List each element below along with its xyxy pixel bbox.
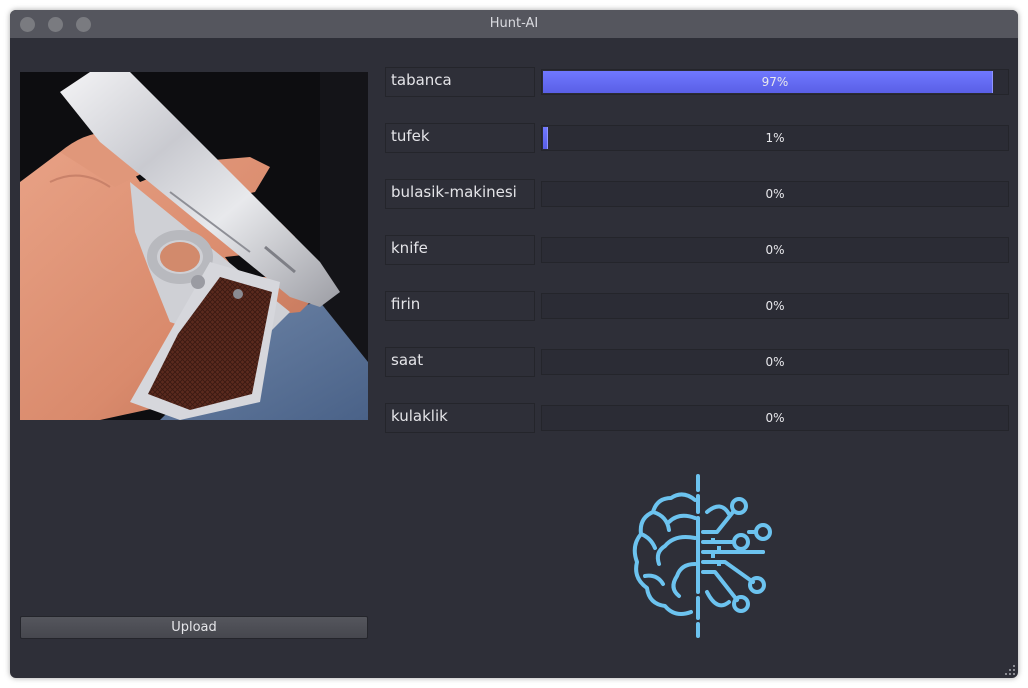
progress-text: 97% [761,75,789,89]
progress-text: 0% [765,355,785,369]
label-kulaklik: kulaklik [385,403,535,433]
progress-tabanca: 97% [541,69,1009,95]
progress-text: 1% [765,131,785,145]
progress-text: 0% [765,243,785,257]
progress-text: 0% [765,299,785,313]
label-saat: saat [385,347,535,377]
image-preview [20,72,368,420]
progress-tufek: 1% [541,125,1009,151]
progress-text: 0% [765,187,785,201]
resize-grip[interactable] [1004,664,1016,676]
pistol-photo [20,72,368,420]
progress-knife: 0% [541,237,1009,263]
label-firin: firin [385,291,535,321]
progress-bulasik-makinesi: 0% [541,181,1009,207]
label-knife: knife [385,235,535,265]
window-title: Hunt-AI [489,16,539,31]
app-window: Hunt-AI Upload tabanca 97% tufek 1% bula… [10,10,1018,678]
progress-kulaklik: 0% [541,405,1009,431]
upload-button[interactable]: Upload [20,616,368,639]
label-bulasik-makinesi: bulasik-makinesi [385,179,535,209]
ai-brain-circuit-icon [632,474,772,638]
label-tabanca: tabanca [385,67,535,97]
title-bar: Hunt-AI [10,10,1018,38]
progress-firin: 0% [541,293,1009,319]
progress-saat: 0% [541,349,1009,375]
label-tufek: tufek [385,123,535,153]
progress-text: 0% [765,411,785,425]
